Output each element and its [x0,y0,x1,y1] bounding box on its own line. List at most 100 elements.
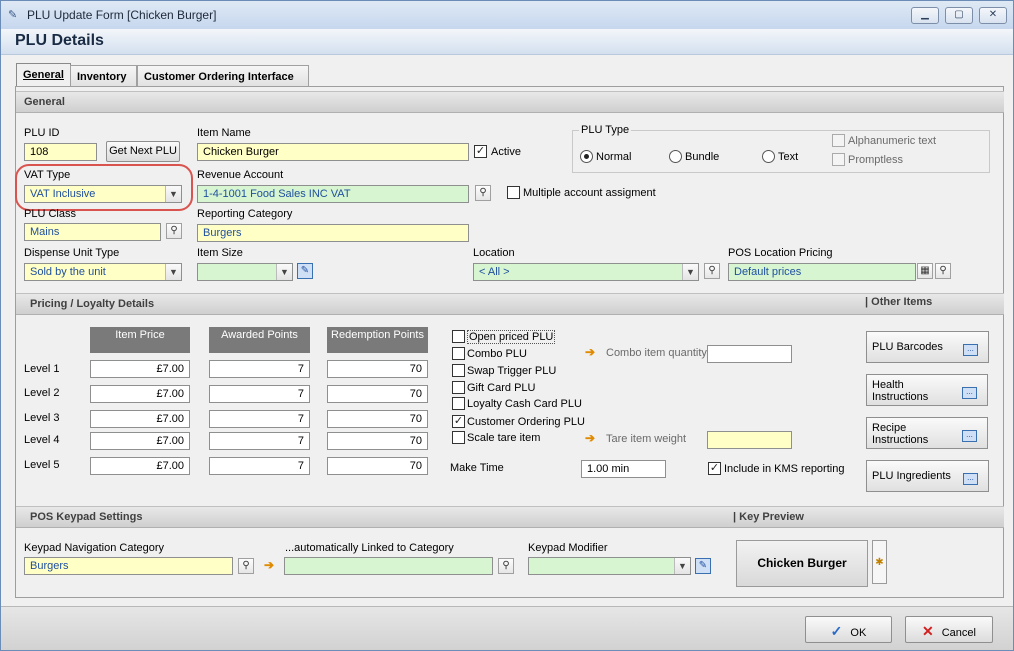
get-next-plu-button[interactable]: Get Next PLU [106,141,180,162]
plu-class-input[interactable]: Mains [24,223,161,241]
chevron-down-icon[interactable]: ▼ [276,264,292,280]
maximize-button[interactable]: ▢ [945,7,973,24]
scale-tare-checkbox[interactable] [452,431,465,444]
level-5-price-input[interactable]: £7.00 [90,457,190,475]
keypad-nav-category-input[interactable]: Burgers [24,557,233,575]
level-1-awarded-input[interactable]: 7 [209,360,310,378]
arrow-right-icon: ➔ [585,345,596,359]
keypad-nav-category-label: Keypad Navigation Category [24,542,165,554]
plu-type-text-label: Text [778,151,799,163]
search-icon[interactable]: ⚲ [475,185,491,201]
alphanumeric-checkbox[interactable] [832,134,845,147]
tab-inventory[interactable]: Inventory [70,65,137,86]
level-1-redemption-input[interactable]: 70 [327,360,428,378]
scale-tare-label: Scale tare item [467,432,541,444]
reporting-category-input[interactable]: Burgers [197,224,469,242]
customer-ordering-label: Customer Ordering PLU [467,416,585,428]
chevron-down-icon[interactable]: ▼ [682,264,698,280]
plu-barcodes-button[interactable]: PLU Barcodes ... [866,331,989,363]
edit-item-size-icon[interactable]: ✎ [297,263,313,279]
linked-category-label: ...automatically Linked to Category [285,542,454,554]
search-icon[interactable]: ⚲ [704,263,720,279]
tare-weight-input[interactable] [707,431,792,449]
level-2-price-input[interactable]: £7.00 [90,385,190,403]
level-3-price-input[interactable]: £7.00 [90,410,190,428]
level-5-label: Level 5 [24,459,60,471]
make-time-input[interactable]: 1.00 min [581,460,666,478]
level-5-awarded-input[interactable]: 7 [209,457,310,475]
chevron-down-icon[interactable]: ▼ [165,264,181,280]
window-title: PLU Update Form [Chicken Burger] [27,8,217,22]
minimize-button[interactable]: ▁ [911,7,939,24]
level-1-price-input[interactable]: £7.00 [90,360,190,378]
tab-customer-ordering[interactable]: Customer Ordering Interface [137,65,309,86]
plu-ingredients-button[interactable]: PLU Ingredients ... [866,460,989,492]
plu-class-label: PLU Class [24,208,76,220]
plu-id-label: PLU ID [24,127,60,139]
keypad-modifier-select[interactable]: ▼ [528,557,691,575]
search-icon[interactable]: ⚲ [498,558,514,574]
health-instructions-button[interactable]: Health Instructions ... [866,374,988,406]
combo-qty-input[interactable] [707,345,792,363]
item-size-select[interactable]: ▼ [197,263,293,281]
multiple-account-checkbox[interactable] [507,186,520,199]
location-select[interactable]: < All > ▼ [473,263,699,281]
dispense-unit-value: Sold by the unit [30,266,106,278]
active-checkbox[interactable]: ✓ [474,145,487,158]
cancel-button[interactable]: ✕ Cancel [905,616,993,643]
plu-type-label: PLU Type [579,124,632,136]
level-5-redemption-input[interactable]: 70 [327,457,428,475]
browse-icon: ... [962,430,977,442]
calculator-icon[interactable]: ▦ [917,263,933,279]
tab-general[interactable]: General [16,63,71,86]
key-style-icon[interactable]: ✱ [872,540,887,584]
level-3-awarded-input[interactable]: 7 [209,410,310,428]
combo-plu-checkbox[interactable] [452,347,465,360]
ok-label: OK [850,627,867,639]
plu-type-bundle-radio[interactable] [669,150,682,163]
edit-modifier-icon[interactable]: ✎ [695,558,711,574]
plu-id-input[interactable]: 108 [24,143,97,161]
loyalty-cash-card-label: Loyalty Cash Card PLU [467,398,582,410]
search-icon[interactable]: ⚲ [166,223,182,239]
search-icon[interactable]: ⚲ [238,558,254,574]
search-icon[interactable]: ⚲ [935,263,951,279]
revenue-account-input[interactable]: 1-4-1001 Food Sales INC VAT [197,185,469,203]
other-items-title: | Other Items [865,296,933,308]
level-4-awarded-input[interactable]: 7 [209,432,310,450]
pricing-section-header: Pricing / Loyalty Details | Other Items [16,293,1004,315]
ok-button[interactable]: ✓ OK [805,616,892,643]
item-name-input[interactable]: Chicken Burger [197,143,469,161]
level-1-label: Level 1 [24,363,60,375]
linked-category-input[interactable] [284,557,493,575]
revenue-account-label: Revenue Account [197,169,284,181]
tab-general-label: General [23,69,64,81]
plu-type-normal-radio[interactable] [580,150,593,163]
checkmark-icon: ✓ [830,623,843,639]
close-window-button[interactable]: ✕ [979,7,1007,24]
level-4-price-input[interactable]: £7.00 [90,432,190,450]
chevron-down-icon[interactable]: ▼ [674,558,690,574]
open-priced-checkbox[interactable] [452,330,465,343]
dispense-unit-select[interactable]: Sold by the unit ▼ [24,263,182,281]
swap-trigger-checkbox[interactable] [452,364,465,377]
recipe-instructions-button[interactable]: Recipe Instructions ... [866,417,988,449]
kms-checkbox[interactable]: ✓ [708,462,721,475]
level-2-awarded-input[interactable]: 7 [209,385,310,403]
general-section-header: General [16,91,1004,113]
level-2-redemption-input[interactable]: 70 [327,385,428,403]
plu-type-text-radio[interactable] [762,150,775,163]
promptless-checkbox[interactable] [832,153,845,166]
tab-inventory-label: Inventory [77,71,127,83]
dispense-unit-label: Dispense Unit Type [24,247,120,259]
combo-plu-label: Combo PLU [467,348,527,360]
gift-card-checkbox[interactable] [452,381,465,394]
level-3-redemption-input[interactable]: 70 [327,410,428,428]
plu-type-bundle-label: Bundle [685,151,720,163]
promptless-label: Promptless [848,154,904,166]
customer-ordering-checkbox[interactable]: ✓ [452,415,465,428]
general-section-title: General [24,96,65,108]
loyalty-cash-card-checkbox[interactable] [452,397,465,410]
pos-location-pricing-input[interactable]: Default prices [728,263,916,281]
level-4-redemption-input[interactable]: 70 [327,432,428,450]
